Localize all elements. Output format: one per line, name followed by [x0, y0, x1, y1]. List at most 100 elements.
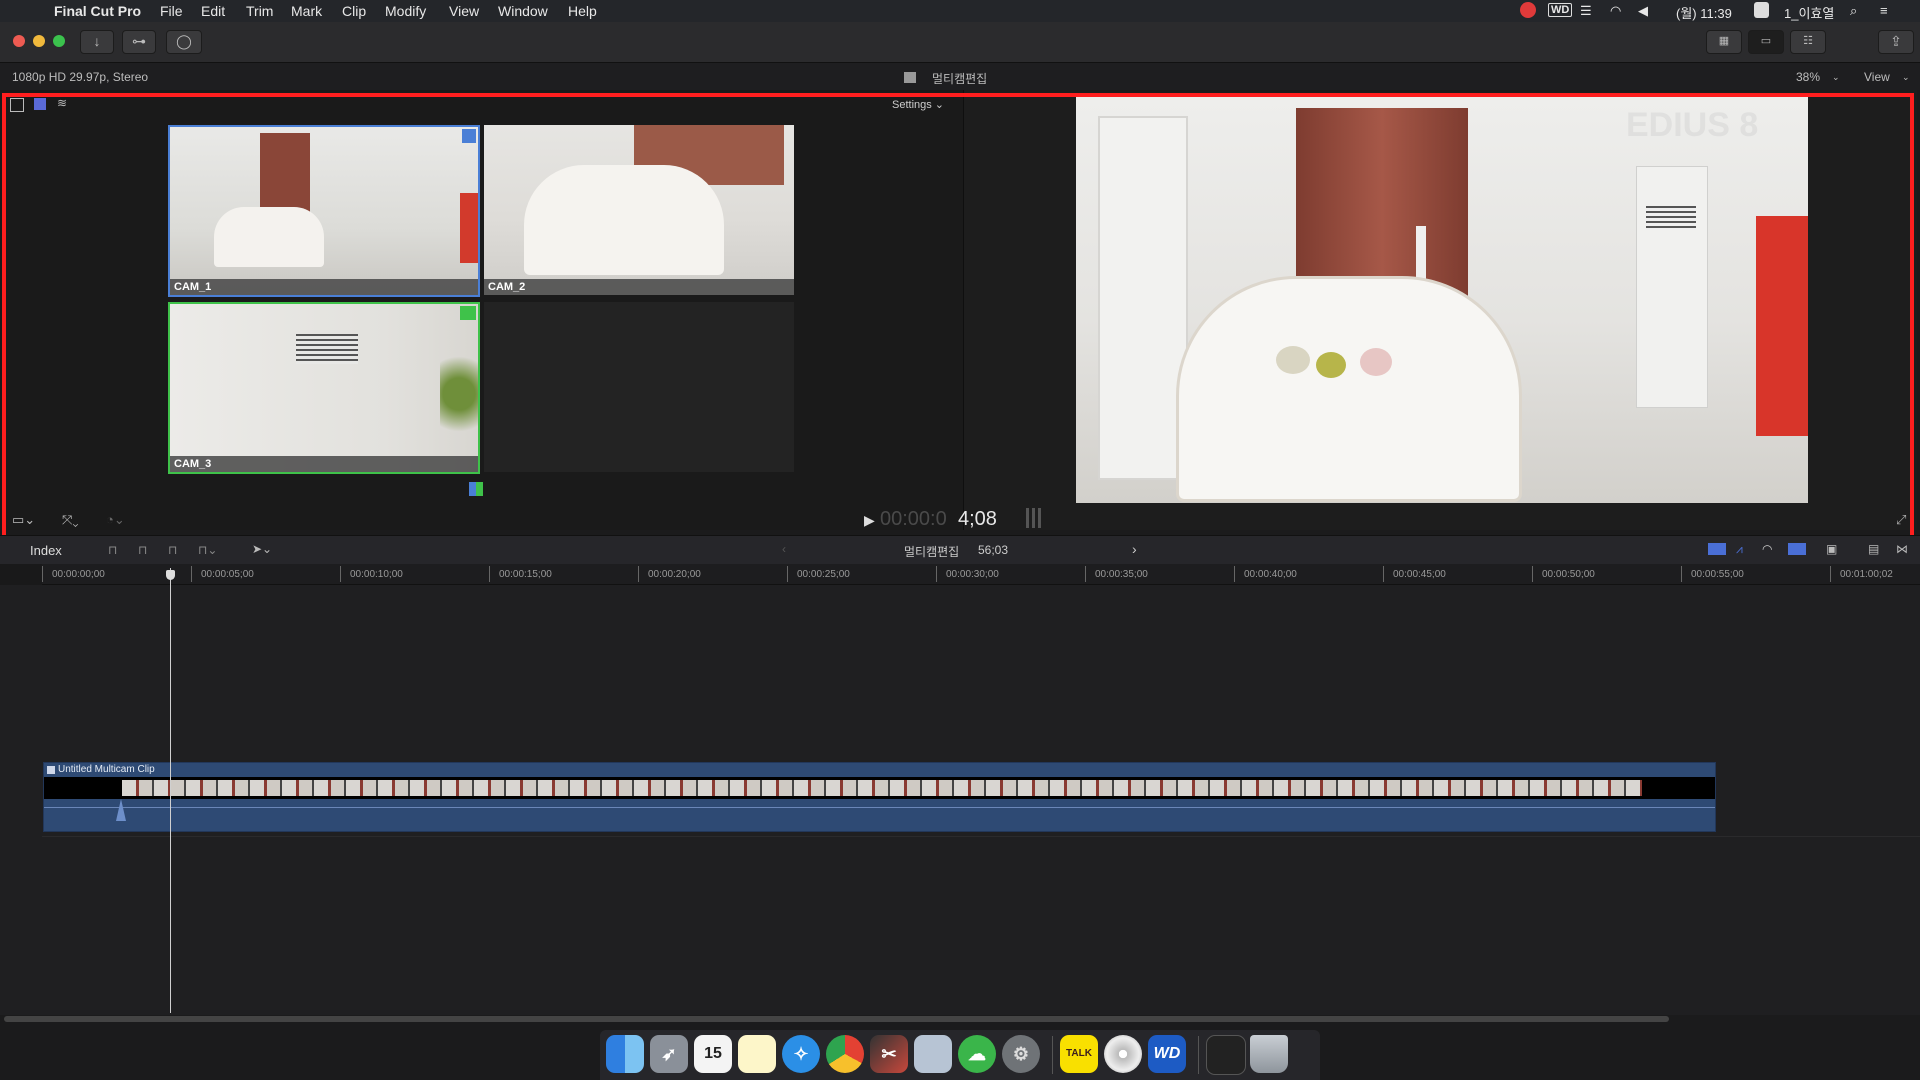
menu-file[interactable]: File — [160, 3, 183, 19]
wifi-icon[interactable]: ◠ — [1610, 3, 1621, 19]
video-only-switch-icon[interactable] — [34, 98, 46, 110]
notification-center-icon[interactable]: ≡ — [1880, 3, 1888, 18]
downloads-stack-icon[interactable] — [1206, 1035, 1246, 1075]
dvd-player-icon[interactable] — [1104, 1035, 1142, 1073]
angle-cam-2[interactable]: CAM_2 — [484, 125, 794, 295]
launchpad-rocket-icon[interactable]: ➶ — [650, 1035, 688, 1073]
ruler-label: 00:00:00;00 — [52, 569, 105, 580]
angle-bank-icon[interactable] — [469, 482, 483, 496]
active-audio-icon — [460, 306, 476, 320]
multicam-clip[interactable]: Untitled Multicam Clip — [43, 762, 1716, 832]
preview-photos-icon[interactable] — [914, 1035, 952, 1073]
calendar-icon[interactable]: 15 — [694, 1035, 732, 1073]
app-menu[interactable]: Final Cut Pro — [54, 3, 141, 19]
wd-menu-icon[interactable]: WD — [1548, 3, 1573, 17]
menu-clock[interactable]: (월) 11:39 — [1676, 3, 1732, 22]
share-button[interactable]: ⇪ — [1878, 30, 1914, 54]
tray-icon[interactable]: ☰ — [1580, 3, 1592, 19]
speed-gauge-icon[interactable]: ◔⌄ — [106, 512, 125, 528]
final-cut-pro-icon[interactable]: ✂ — [870, 1035, 908, 1073]
ruler-tick — [936, 566, 937, 582]
zoom-window-button[interactable] — [53, 35, 65, 47]
notification-badge-icon[interactable] — [1520, 2, 1536, 18]
trash-icon[interactable] — [1250, 1035, 1288, 1073]
angle-cam-1[interactable]: CAM_1 — [168, 125, 480, 297]
wd-discovery-icon[interactable]: WD — [1148, 1035, 1186, 1073]
finder-icon[interactable] — [606, 1035, 644, 1073]
history-forward-icon[interactable]: › — [1132, 541, 1137, 557]
insert-clip-icon[interactable]: ⊓ — [138, 543, 147, 557]
fullscreen-icon[interactable]: ⤢ — [1896, 512, 1906, 528]
menu-modify[interactable]: Modify — [385, 3, 426, 19]
ruler-tick — [1532, 566, 1533, 582]
kakaotalk-icon[interactable]: TALK — [1060, 1035, 1098, 1073]
angle-label: CAM_3 — [170, 456, 478, 472]
menu-clip[interactable]: Clip — [342, 3, 366, 19]
view-chevron-icon[interactable]: ⌄ — [1902, 72, 1910, 83]
viewer-frame[interactable]: EDIUS 8 — [1076, 96, 1808, 503]
notes-icon[interactable] — [738, 1035, 776, 1073]
ruler-label: 00:00:40;00 — [1244, 569, 1297, 580]
index-button[interactable]: Index — [30, 543, 62, 558]
menu-view[interactable]: View — [449, 3, 479, 19]
chrome-icon[interactable] — [826, 1035, 864, 1073]
select-tool-icon[interactable]: ➤⌄ — [252, 542, 272, 556]
show-timeline-button[interactable]: ▭ — [1748, 30, 1784, 54]
history-back-icon[interactable]: ‹ — [782, 542, 786, 556]
view-menu[interactable]: View — [1864, 70, 1890, 84]
ruler-label: 00:00:05;00 — [201, 569, 254, 580]
playhead-handle[interactable] — [166, 570, 175, 580]
audio-only-switch-icon[interactable]: ≋ — [57, 96, 67, 110]
show-browser-button[interactable]: ▦ — [1706, 30, 1742, 54]
video-audio-switch-icon[interactable] — [10, 98, 24, 112]
solo-icon[interactable]: ◠ — [1762, 542, 1772, 556]
spotlight-search-icon[interactable]: ⌕ — [1850, 3, 1857, 19]
timeline-ruler[interactable]: 00:00:00;00 00:00:05;00 00:00:10;00 00:0… — [42, 564, 1920, 585]
input-method-icon[interactable] — [1754, 2, 1769, 18]
key-icon: ⊶ — [132, 33, 146, 49]
skimming-icon[interactable] — [1708, 543, 1726, 555]
safari-compass-icon[interactable]: ✧ — [782, 1035, 820, 1073]
menu-mark[interactable]: Mark — [291, 3, 322, 19]
playhead[interactable] — [170, 568, 171, 1013]
system-preferences-gear-icon[interactable]: ⚙ — [1002, 1035, 1040, 1073]
menu-edit[interactable]: Edit — [201, 3, 225, 19]
bed-shape — [1176, 276, 1522, 502]
angle-cam-3[interactable]: CAM_3 — [168, 302, 480, 474]
ruler-label: 00:00:35;00 — [1095, 569, 1148, 580]
menu-help[interactable]: Help — [568, 3, 597, 19]
append-clip-icon[interactable]: ⊓ — [168, 543, 177, 557]
viewer-display-options-icon[interactable]: ▭⌄ — [12, 512, 35, 528]
play-button[interactable]: ▶ — [864, 512, 875, 529]
menu-window[interactable]: Window — [498, 3, 548, 19]
angle-settings-menu[interactable]: Settings ⌄ — [892, 98, 944, 111]
ruler-tick — [638, 566, 639, 582]
user-name[interactable]: 1_이효열 — [1784, 3, 1834, 22]
close-window-button[interactable] — [13, 35, 25, 47]
effects-browser-icon[interactable]: ▤ — [1868, 542, 1879, 556]
audio-waveform-line — [44, 807, 1715, 808]
menu-trim[interactable]: Trim — [246, 3, 273, 19]
cloud-download-icon[interactable]: ☁ — [958, 1035, 996, 1073]
volume-icon[interactable]: ◀ — [1638, 3, 1648, 19]
timeline-scrollbar[interactable] — [4, 1016, 1669, 1022]
show-inspector-button[interactable]: ☷ — [1790, 30, 1826, 54]
dock: ➶ 15 ✧ ✂ ☁ ⚙ TALK WD — [600, 1030, 1320, 1080]
audio-skimming-icon[interactable]: ⩘ — [1736, 542, 1743, 557]
settings-label: Settings — [892, 99, 932, 111]
ruler-tick — [1681, 566, 1682, 582]
snapping-icon[interactable] — [1788, 543, 1806, 555]
clip-appearance-icon[interactable]: ▣ — [1826, 542, 1837, 556]
connect-clip-icon[interactable]: ⊓ — [108, 543, 117, 557]
minimize-window-button[interactable] — [33, 35, 45, 47]
zoom-popup[interactable]: 38% — [1796, 70, 1820, 84]
background-tasks-button[interactable]: ◯ — [166, 30, 202, 54]
overwrite-clip-icon[interactable]: ⊓⌄ — [198, 543, 217, 557]
timecode-dim: 00:00:0 — [880, 508, 947, 530]
import-media-button[interactable]: ↓ — [80, 30, 114, 54]
keywords-button[interactable]: ⊶ — [122, 30, 156, 54]
zoom-chevron-icon[interactable]: ⌄ — [1832, 72, 1840, 83]
transitions-browser-icon[interactable]: ⋈ — [1896, 542, 1908, 556]
timeline-divider — [42, 836, 1920, 837]
transform-tools-icon[interactable]: ⤧⌄ — [62, 512, 79, 528]
